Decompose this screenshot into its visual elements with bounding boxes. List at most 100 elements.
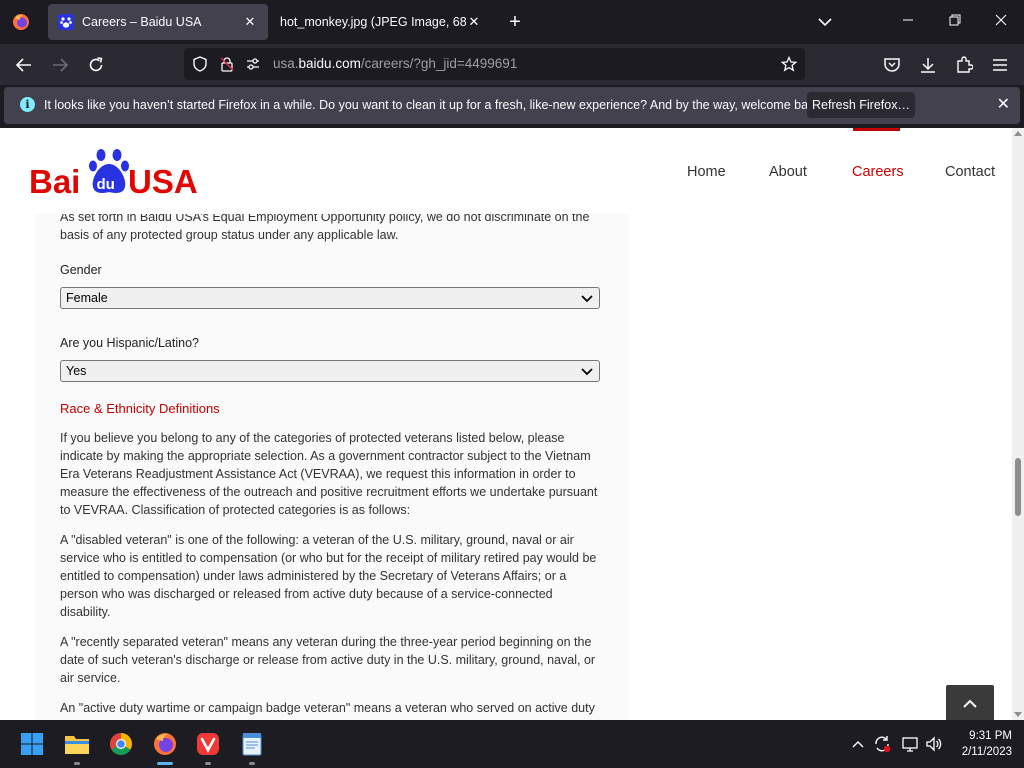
download-icon — [921, 58, 935, 73]
baidu-usa-logo[interactable]: Bai du USA — [29, 145, 205, 200]
active-duty-veteran-paragraph: An "active duty wartime or campaign badg… — [60, 701, 595, 715]
url-prefix: usa. — [273, 56, 299, 71]
chrome-icon — [110, 733, 132, 755]
sync-tray-button[interactable] — [872, 734, 892, 754]
tab-title: Careers – Baidu USA — [82, 15, 202, 29]
tab-careers[interactable]: Careers – Baidu USA ✕ — [48, 4, 268, 40]
network-icon — [902, 737, 918, 752]
address-bar[interactable]: usa.baidu.com/careers/?gh_jid=4499691 — [184, 48, 805, 80]
close-icon — [995, 14, 1007, 26]
reload-icon — [89, 57, 103, 72]
notification-message: It looks like you haven’t started Firefo… — [44, 98, 825, 112]
taskbar-file-explorer[interactable] — [61, 728, 93, 760]
shield-icon[interactable] — [192, 56, 208, 72]
disabled-veteran-paragraph: A "disabled veteran" is one of the follo… — [60, 533, 597, 619]
chevron-up-icon — [963, 699, 977, 708]
tab-title: hot_monkey.jpg (JPEG Image, 680 × 1 — [280, 15, 466, 29]
scrollbar-thumb[interactable] — [1015, 458, 1021, 516]
scroll-up-arrow[interactable] — [1014, 131, 1022, 136]
arrow-left-icon — [15, 58, 31, 72]
bookmark-star-icon[interactable] — [781, 56, 797, 72]
network-tray-button[interactable] — [900, 734, 920, 754]
firefox-view-button[interactable] — [8, 8, 34, 36]
nav-about[interactable]: About — [769, 164, 807, 180]
svg-text:USA: USA — [128, 163, 198, 197]
back-to-top-button[interactable] — [946, 685, 994, 720]
notification-bar: i It looks like you haven’t started Fire… — [4, 87, 1020, 124]
baidu-paw-icon — [58, 14, 74, 30]
restore-button[interactable] — [943, 10, 967, 34]
chevron-up-icon — [852, 741, 864, 748]
pocket-button[interactable] — [880, 53, 904, 77]
gender-select[interactable]: Female — [60, 287, 600, 309]
taskbar-notepad[interactable] — [236, 728, 268, 760]
close-notification-icon[interactable]: ✕ — [997, 95, 1010, 115]
hamburger-menu-icon — [993, 59, 1007, 71]
tab-hot-monkey[interactable]: hot_monkey.jpg (JPEG Image, 680 × 1 ✕ — [270, 4, 492, 40]
url-path: /careers/?gh_jid=4499691 — [360, 56, 518, 71]
volume-tray-button[interactable] — [924, 734, 944, 754]
site-header: Bai du USA Home About Careers Contact — [0, 128, 1012, 214]
list-all-tabs-button[interactable] — [814, 12, 836, 32]
nav-home[interactable]: Home — [687, 164, 726, 180]
downloads-button[interactable] — [916, 53, 940, 77]
baidu-logo-icon: Bai du USA — [29, 149, 198, 200]
clock-date: 2/11/2023 — [961, 746, 1012, 758]
veteran-intro-paragraph: If you believe you belong to any of the … — [60, 431, 598, 517]
refresh-firefox-button[interactable]: Refresh Firefox… — [807, 92, 915, 118]
start-button[interactable] — [16, 728, 48, 760]
reload-button[interactable] — [84, 53, 108, 77]
speaker-icon — [926, 736, 942, 752]
app-menu-button[interactable] — [988, 53, 1012, 77]
clock-time: 9:31 PM — [969, 730, 1012, 742]
firefox-icon — [13, 14, 29, 30]
notepad-icon — [242, 733, 262, 756]
svg-text:Bai: Bai — [29, 163, 80, 197]
show-hidden-icons-button[interactable] — [848, 734, 868, 754]
scroll-down-arrow[interactable] — [1014, 712, 1022, 717]
hispanic-label: Are you Hispanic/Latino? — [60, 336, 199, 350]
minimize-button[interactable] — [896, 10, 920, 34]
tab-strip: Careers – Baidu USA ✕ hot_monkey.jpg (JP… — [0, 0, 1024, 44]
lock-icon[interactable] — [219, 56, 235, 72]
taskbar-vivaldi[interactable] — [192, 728, 224, 760]
svg-text:du: du — [97, 176, 115, 193]
taskbar-firefox[interactable] — [149, 728, 181, 760]
close-tab-icon[interactable]: ✕ — [242, 14, 258, 30]
chevron-down-icon — [581, 295, 593, 303]
pocket-icon — [884, 58, 900, 72]
running-indicator — [249, 762, 255, 765]
page-scrollbar[interactable] — [1012, 128, 1024, 720]
firefox-icon — [154, 733, 176, 755]
chevron-down-icon — [818, 18, 832, 27]
url-text[interactable]: usa.baidu.com/careers/?gh_jid=4499691 — [273, 56, 517, 71]
gender-label: Gender — [60, 263, 102, 277]
forward-button[interactable] — [48, 53, 72, 77]
page-content: As set forth in Baidu USA’s Equal Employ… — [0, 128, 1024, 720]
eeo-form: As set forth in Baidu USA’s Equal Employ… — [60, 208, 601, 717]
hispanic-select[interactable]: Yes — [60, 360, 600, 382]
nav-contact[interactable]: Contact — [945, 164, 995, 180]
folder-icon — [65, 736, 89, 754]
close-tab-icon[interactable]: ✕ — [466, 14, 482, 30]
new-tab-button[interactable]: + — [504, 11, 526, 33]
minimize-icon — [903, 19, 913, 21]
permissions-icon[interactable] — [245, 56, 261, 72]
chevron-down-icon — [581, 368, 593, 376]
restore-icon — [949, 14, 961, 26]
active-indicator — [157, 762, 173, 765]
system-clock[interactable]: 9:31 PM 2/11/2023 — [952, 728, 1012, 760]
extensions-button[interactable] — [952, 53, 976, 77]
vivaldi-icon — [197, 733, 219, 755]
url-host: baidu.com — [298, 56, 361, 71]
sync-icon — [875, 736, 891, 753]
close-window-button[interactable] — [989, 10, 1013, 34]
back-button[interactable] — [12, 53, 36, 77]
active-nav-indicator — [853, 128, 900, 131]
info-icon: i — [20, 97, 35, 112]
race-ethnicity-definitions-link[interactable]: Race & Ethnicity Definitions — [60, 400, 601, 418]
running-indicator — [74, 762, 80, 765]
nav-careers[interactable]: Careers — [852, 164, 904, 180]
taskbar-chrome[interactable] — [105, 728, 137, 760]
windows-logo-icon — [21, 733, 43, 755]
